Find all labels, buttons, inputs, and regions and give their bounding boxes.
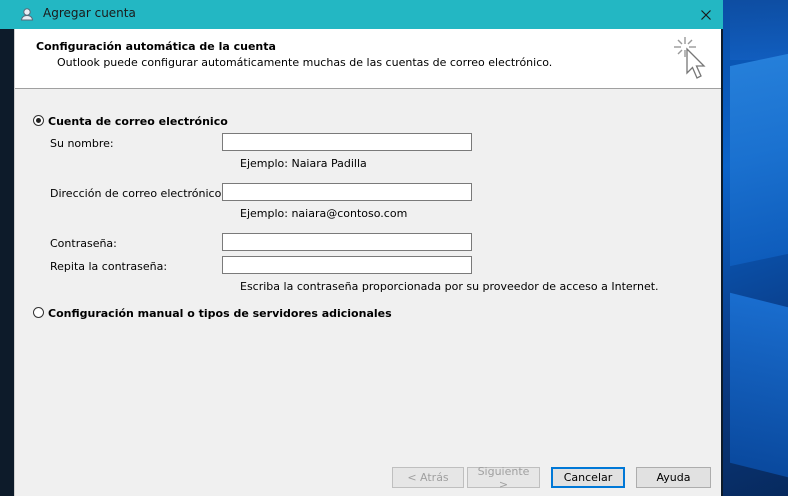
help-button[interactable]: Ayuda [636, 467, 711, 488]
repeat-password-field[interactable] [222, 256, 472, 274]
email-account-radio[interactable] [33, 115, 44, 126]
password-field[interactable] [222, 233, 472, 251]
wizard-header: Configuración automática de la cuenta Ou… [15, 29, 721, 89]
page-subtitle: Outlook puede configurar automáticamente… [57, 56, 553, 69]
dialog-body: Configuración automática de la cuenta Ou… [14, 29, 721, 496]
close-icon [700, 9, 711, 20]
cancel-button[interactable]: Cancelar [551, 467, 625, 488]
window-title: Agregar cuenta [43, 6, 136, 20]
name-label: Su nombre: [50, 137, 114, 150]
name-field[interactable] [222, 133, 472, 151]
desktop-light-pane [730, 53, 788, 267]
email-field[interactable] [222, 183, 472, 201]
manual-setup-option-label[interactable]: Configuración manual o tipos de servidor… [48, 307, 392, 320]
email-label: Dirección de correo electrónico: [50, 187, 226, 200]
name-hint: Ejemplo: Naiara Padilla [240, 157, 367, 170]
outlook-account-icon [20, 7, 34, 21]
page-title: Configuración automática de la cuenta [36, 40, 276, 53]
close-button[interactable] [688, 0, 723, 29]
email-account-option-label[interactable]: Cuenta de correo electrónico [48, 115, 228, 128]
cursor-sparkle-icon [673, 35, 713, 83]
password-hint: Escriba la contraseña proporcionada por … [240, 280, 659, 293]
desktop-light-pane [730, 0, 788, 60]
password-label: Contraseña: [50, 237, 117, 250]
repeat-password-label: Repita la contraseña: [50, 260, 168, 273]
back-button[interactable]: < Atrás [392, 467, 464, 488]
title-bar[interactable]: Agregar cuenta [0, 0, 723, 29]
manual-setup-radio[interactable] [33, 307, 44, 318]
next-button[interactable]: Siguiente > [467, 465, 540, 491]
desktop-light-pane [730, 292, 788, 478]
email-hint: Ejemplo: naiara@contoso.com [240, 207, 408, 220]
add-account-dialog: Agregar cuenta Configuración automática … [0, 0, 723, 496]
